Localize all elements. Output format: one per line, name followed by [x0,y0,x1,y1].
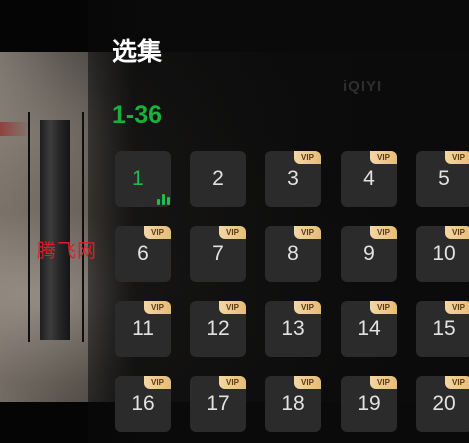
episode-tile-2[interactable]: 2 [190,151,246,207]
episode-number: 17 [206,392,230,415]
episode-tile-16[interactable]: 16 VIP [115,376,171,432]
playing-bar [162,194,165,205]
vip-badge: VIP [219,226,246,239]
watermark-text: 腾飞网 [37,240,98,262]
episode-tile-6[interactable]: 6 VIP [115,226,171,282]
vip-badge: VIP [219,376,246,389]
vip-badge: VIP [144,226,171,239]
episode-tile-1[interactable]: 1 [115,151,171,207]
vip-badge: VIP [144,376,171,389]
episode-number: 11 [132,317,154,340]
episode-number: 7 [212,242,224,265]
episode-tile-7[interactable]: 7 VIP [190,226,246,282]
vip-badge: VIP [445,226,469,239]
playing-bar [167,197,170,205]
vip-badge: VIP [445,301,469,314]
episode-number: 2 [212,167,224,190]
episode-tile-3[interactable]: 3 VIP [265,151,321,207]
episode-number: 4 [363,167,375,190]
vip-badge: VIP [294,301,321,314]
episode-tile-13[interactable]: 13 VIP [265,301,321,357]
episode-tile-19[interactable]: 19 VIP [341,376,397,432]
video-detail [0,122,30,136]
video-detail [82,112,84,342]
episode-tile-12[interactable]: 12 VIP [190,301,246,357]
episode-number: 20 [432,392,456,415]
episode-tile-5[interactable]: 5 VIP [416,151,469,207]
vip-badge: VIP [445,151,469,164]
vip-badge: VIP [445,376,469,389]
episode-number: 1 [132,167,144,190]
episode-range-tab[interactable]: 1-36 [112,101,162,130]
episode-tile-11[interactable]: 11 VIP [115,301,171,357]
vip-badge: VIP [294,226,321,239]
episode-number: 13 [281,317,305,340]
vip-badge: VIP [294,151,321,164]
episode-number: 5 [438,167,450,190]
playing-bars-icon [157,191,171,205]
video-detail [40,120,70,340]
episode-tile-8[interactable]: 8 VIP [265,226,321,282]
vip-badge: VIP [294,376,321,389]
episode-number: 19 [357,392,381,415]
episode-number: 6 [137,242,149,265]
vip-badge: VIP [370,151,397,164]
episode-number: 18 [281,392,305,415]
episode-tile-17[interactable]: 17 VIP [190,376,246,432]
vip-badge: VIP [144,301,171,314]
episode-number: 12 [206,317,230,340]
iqiyi-logo: iQIYI [343,78,383,95]
episode-number: 15 [432,317,456,340]
episode-tile-15[interactable]: 15 VIP [416,301,469,357]
episode-tile-20[interactable]: 20 VIP [416,376,469,432]
episode-tile-14[interactable]: 14 VIP [341,301,397,357]
episode-tile-4[interactable]: 4 VIP [341,151,397,207]
episode-tile-10[interactable]: 10 VIP [416,226,469,282]
episode-tile-18[interactable]: 18 VIP [265,376,321,432]
vip-badge: VIP [370,301,397,314]
episode-tile-9[interactable]: 9 VIP [341,226,397,282]
episode-number: 16 [131,392,155,415]
vip-badge: VIP [370,376,397,389]
playing-bar [157,199,160,205]
panel-title: 选集 [112,37,163,66]
episode-number: 10 [432,242,456,265]
episode-number: 3 [287,167,299,190]
video-detail [28,112,30,342]
episode-number: 14 [357,317,381,340]
vip-badge: VIP [219,301,246,314]
episode-number: 9 [363,242,375,265]
episode-number: 8 [287,242,299,265]
vip-badge: VIP [370,226,397,239]
